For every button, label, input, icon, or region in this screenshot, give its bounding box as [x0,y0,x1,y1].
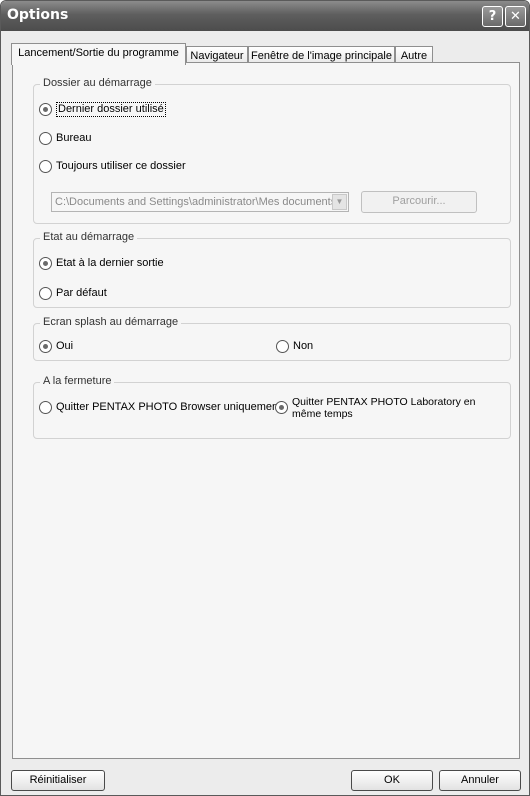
group-title: Ecran splash au démarrage [40,316,182,328]
group-title: Dossier au démarrage [40,77,155,89]
radio-circle [39,401,52,414]
window-title: Options [7,7,69,23]
radio-label-line1: Quitter PENTAX PHOTO Laboratory en [292,396,476,408]
folder-path-value: C:\Documents and Settings\administrator\… [55,196,337,208]
close-icon[interactable]: ✕ [505,6,526,27]
radio-circle [39,132,52,145]
options-dialog: Options ? ✕ Lancement/Sortie du programm… [0,0,530,796]
radio-label: Non [293,340,314,352]
startup-folder-group: Dossier au démarrage Dernier dossier uti… [33,77,511,224]
radio-circle [39,257,52,270]
browse-button[interactable]: Parcourir... [361,191,477,213]
chevron-down-icon[interactable]: ▼ [332,194,347,210]
radio-label: Dernier dossier utilisé [56,102,166,117]
radio-label-line2: même temps [292,408,353,420]
radio-label: Etat à la dernier sortie [56,257,164,269]
radio-circle [275,401,288,414]
radio-circle [39,340,52,353]
radio-label: Bureau [56,132,92,144]
radio-label: Quitter PENTAX PHOTO Laboratory en même … [292,396,475,420]
radio-label: Quitter PENTAX PHOTO Browser uniquement [56,401,282,413]
radio-circle [39,103,52,116]
group-title: Etat au démarrage [40,231,138,243]
startup-state-group: Etat au démarrage Etat à la dernier sort… [33,231,511,308]
splash-group: Ecran splash au démarrage Oui Non [33,316,511,361]
tab-lancement-sortie[interactable]: Lancement/Sortie du programme [11,43,186,65]
reset-button[interactable]: Réinitialiser [11,770,105,791]
ok-button[interactable]: OK [351,770,433,791]
radio-label: Par défaut [56,287,107,299]
folder-path-combo[interactable]: C:\Documents and Settings\administrator\… [51,192,349,212]
radio-circle [39,287,52,300]
group-title: A la fermeture [40,375,115,387]
radio-dot [279,405,284,410]
on-close-group: A la fermeture Quitter PENTAX PHOTO Brow… [33,375,511,439]
help-icon[interactable]: ? [482,6,503,27]
tab-panel: Dossier au démarrage Dernier dossier uti… [12,62,520,759]
radio-dot [43,107,48,112]
cancel-button[interactable]: Annuler [439,770,521,791]
title-bar[interactable]: Options ? ✕ [1,1,529,31]
radio-dot [43,344,48,349]
radio-circle [39,160,52,173]
radio-label: Toujours utiliser ce dossier [56,160,186,172]
radio-circle [276,340,289,353]
radio-dot [43,261,48,266]
radio-label: Oui [56,340,74,352]
